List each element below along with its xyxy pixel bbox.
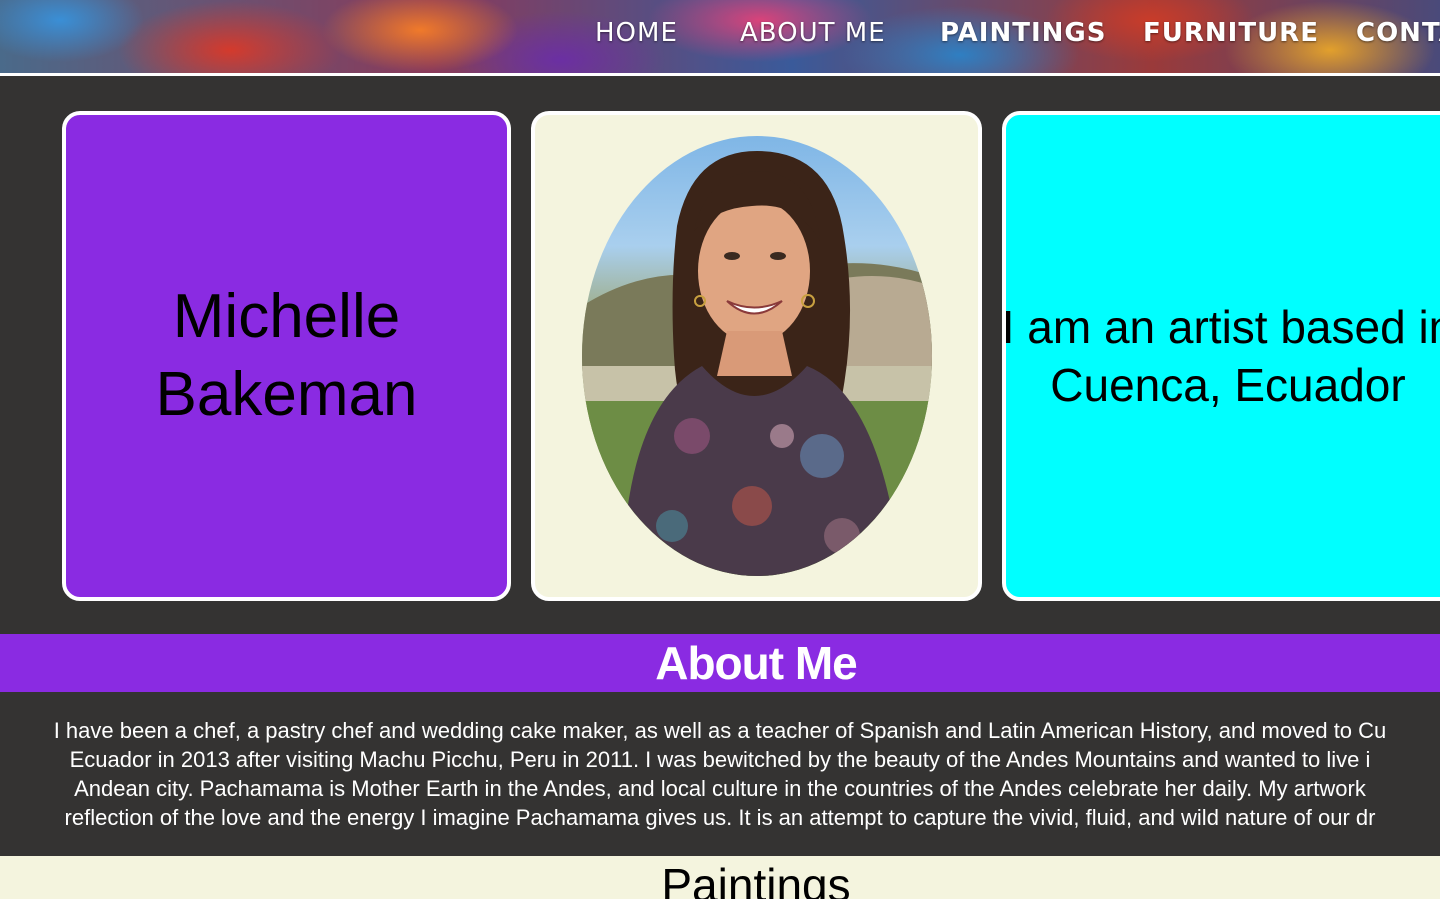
artist-name: Michelle Bakeman — [155, 282, 418, 429]
about-line: Andean city. Pachamama is Mother Earth i… — [74, 776, 1366, 801]
paintings-title: Paintings — [661, 859, 851, 899]
paintings-banner: Paintings — [0, 856, 1440, 899]
header-banner: HOME ABOUT ME PAINTINGS FURNITURE CONTAC… — [0, 0, 1440, 76]
photo-card — [531, 111, 982, 601]
nav-home[interactable]: HOME — [595, 18, 678, 48]
about-line: reflection of the love and the energy I … — [64, 805, 1376, 830]
nav-contact[interactable]: CONTACT — [1356, 18, 1440, 48]
artist-portrait — [581, 136, 932, 576]
name-card: Michelle Bakeman — [62, 111, 511, 601]
about-title: About Me — [655, 637, 858, 689]
portrait-image — [581, 151, 932, 576]
nav-paintings[interactable]: PAINTINGS — [940, 18, 1106, 48]
artist-tagline: I am an artist based in Cuenca, Ecuador — [1001, 301, 1440, 411]
about-line: I have been a chef, a pastry chef and we… — [53, 718, 1387, 743]
about-banner: About Me — [0, 634, 1440, 692]
nav-about-me[interactable]: ABOUT ME — [740, 18, 886, 48]
tagline-card: I am an artist based in Cuenca, Ecuador — [1002, 111, 1440, 601]
about-line: Ecuador in 2013 after visiting Machu Pic… — [69, 747, 1371, 772]
about-text: I have been a chef, a pastry chef and we… — [0, 716, 1440, 832]
nav-furniture[interactable]: FURNITURE — [1143, 18, 1319, 48]
